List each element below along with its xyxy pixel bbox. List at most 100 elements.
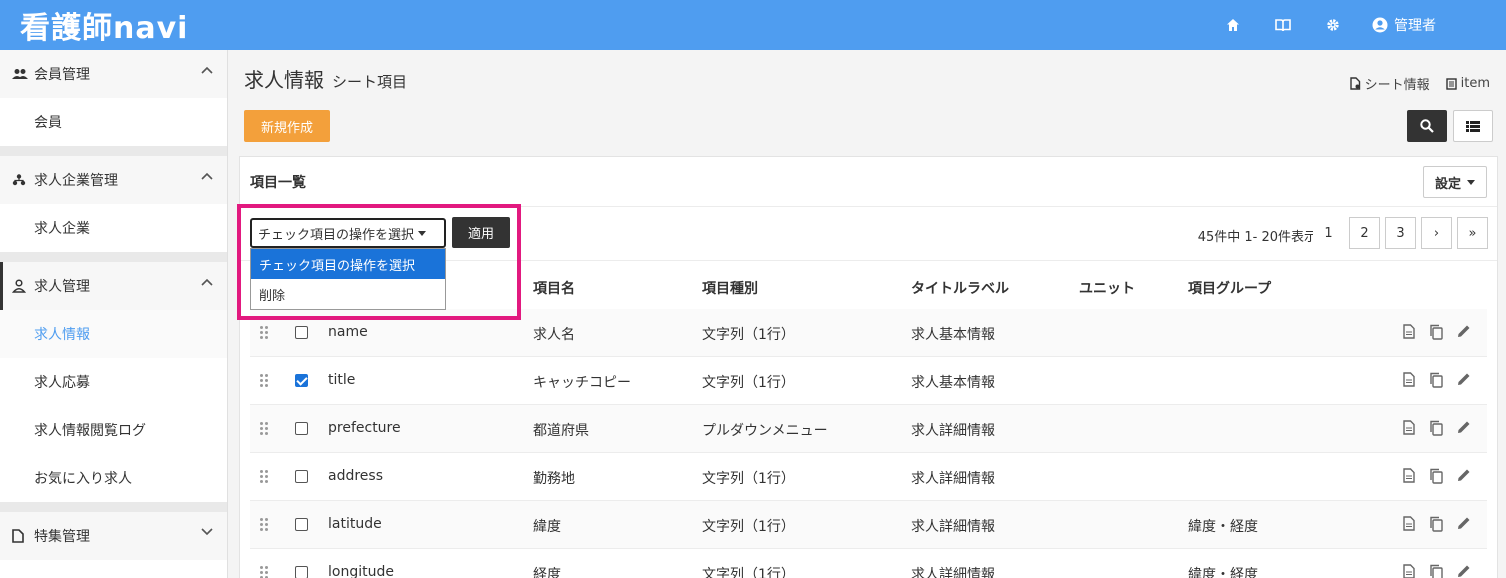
drag-handle-icon[interactable] [260,518,270,532]
copy-icon[interactable] [1429,468,1443,484]
row-actions [1403,564,1471,578]
cell-key: name [328,324,368,340]
cell-label: 経度 [533,567,561,578]
page-3[interactable]: 3 [1385,217,1416,249]
cell-key: prefecture [328,420,401,436]
row-checkbox[interactable] [295,566,308,578]
settings-dropdown-button[interactable]: 設定 [1423,166,1487,198]
gear-icon[interactable] [1308,18,1358,32]
row-checkbox[interactable] [295,326,308,339]
drag-handle-icon[interactable] [260,470,270,484]
sidebar-item-job-applications[interactable]: 求人応募 [0,358,227,406]
sidebar-group-jobs[interactable]: 求人管理 [0,262,227,310]
bulk-action-value: チェック項目の操作を選択 [258,227,415,243]
sidebar-group-label: 特集管理 [34,529,90,545]
edit-icon[interactable] [1457,324,1471,338]
page-last[interactable]: » [1457,217,1488,249]
page-title-main: 求人情報 [244,68,324,92]
top-nav: 管理者 [1208,0,1436,50]
list-view-button[interactable] [1453,110,1493,142]
sidebar-item-label: 求人情報閲覧ログ [34,423,146,439]
sidebar-group-features[interactable]: 特集管理 [0,512,227,560]
item-link[interactable]: item [1445,74,1490,93]
caret-down-icon [418,230,427,236]
row-checkbox[interactable] [295,374,308,387]
column-header[interactable]: 項目グループ [1188,278,1271,298]
bulk-option[interactable]: チェック項目の操作を選択 [251,249,445,279]
drag-handle-icon[interactable] [260,422,270,436]
row-checkbox[interactable] [295,470,308,483]
sidebar-item-job-view-log[interactable]: 求人情報閲覧ログ [0,406,227,454]
user-menu[interactable]: 管理者 [1372,15,1436,35]
column-header[interactable]: ユニット [1079,278,1135,298]
column-header[interactable]: タイトルラベル [911,278,1009,298]
cell-group: 緯度・経度 [1188,567,1258,578]
page-1[interactable]: 1 [1313,217,1344,249]
row-checkbox[interactable] [295,518,308,531]
panel-title: 項目一覧 [250,174,306,191]
page-title: 求人情報 シート項目 [244,64,407,93]
column-header[interactable]: 項目種別 [702,278,758,298]
home-icon[interactable] [1208,18,1258,32]
sidebar-item-companies[interactable]: 求人企業 [0,204,227,252]
cell-label: キャッチコピー [533,375,631,391]
cell-title: 求人詳細情報 [911,423,995,439]
cell-key: longitude [328,564,394,578]
cell-title: 求人基本情報 [911,375,995,391]
copy-icon[interactable] [1429,372,1443,388]
drag-handle-icon[interactable] [260,374,270,388]
document-icon[interactable] [1403,516,1415,531]
sidebar-group-companies[interactable]: 求人企業管理 [0,156,227,204]
chevron-up-icon [201,66,213,74]
copy-icon[interactable] [1429,564,1443,578]
copy-icon[interactable] [1429,324,1443,340]
row-actions [1403,372,1471,388]
sidebar-item-job-info[interactable]: 求人情報 [0,310,227,358]
table-body: name 求人名 文字列（1行） 求人基本情報 title キャッチコピー 文字… [250,309,1487,578]
row-checkbox[interactable] [295,422,308,435]
sidebar-item-favorite-jobs[interactable]: お気に入り求人 [0,454,227,502]
main-content: 求人情報 シート項目 シート情報 item 新規作成 項目一覧 設定 チェック項… [228,50,1506,578]
document-icon[interactable] [1403,564,1415,578]
cell-title: 求人詳細情報 [911,567,995,578]
sidebar-divider [0,502,227,512]
bulk-action-select[interactable]: チェック項目の操作を選択 [250,218,446,248]
document-icon[interactable] [1403,420,1415,435]
bulk-option[interactable]: 削除 [251,279,445,309]
document-icon[interactable] [1403,468,1415,483]
new-create-button[interactable]: 新規作成 [244,110,330,142]
cell-label: 求人名 [533,327,575,343]
edit-icon[interactable] [1457,420,1471,434]
book-icon[interactable] [1258,18,1308,32]
sidebar-group-members[interactable]: 会員管理 [0,50,227,98]
page-2[interactable]: 2 [1349,217,1380,249]
search-button[interactable] [1407,110,1447,142]
user-circle-icon [1372,17,1388,33]
page-next[interactable]: › [1421,217,1452,249]
sheet-info-link-label: シート情報 [1364,78,1430,93]
drag-handle-icon[interactable] [260,566,270,578]
cell-type: 文字列（1行） [702,471,795,487]
document-icon[interactable] [1403,372,1415,387]
logo-text: 看護師navi [20,11,189,46]
drag-handle-icon[interactable] [260,326,270,340]
edit-icon[interactable] [1457,372,1471,386]
cell-label: 勤務地 [533,471,575,487]
logo[interactable]: 看護師navi [20,3,188,47]
cell-type: 文字列（1行） [702,519,795,535]
table-row: address 勤務地 文字列（1行） 求人詳細情報 [250,453,1487,501]
settings-label: 設定 [1434,176,1461,192]
sheet-info-link[interactable]: シート情報 [1349,74,1430,93]
edit-icon[interactable] [1457,516,1471,530]
sidebar-item-label: お気に入り求人 [34,471,132,487]
page-subtitle: シート項目 [332,73,408,91]
document-icon[interactable] [1403,324,1415,339]
copy-icon[interactable] [1429,516,1443,532]
column-header[interactable]: 項目名 [533,278,575,298]
apply-button[interactable]: 適用 [452,217,510,248]
edit-icon[interactable] [1457,564,1471,578]
edit-icon[interactable] [1457,468,1471,482]
sidebar-item-members[interactable]: 会員 [0,98,227,146]
copy-icon[interactable] [1429,420,1443,436]
cell-title: 求人詳細情報 [911,471,995,487]
